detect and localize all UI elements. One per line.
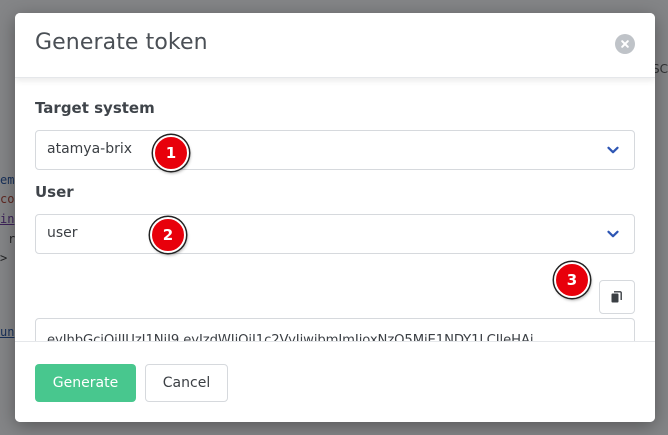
user-select[interactable]: user xyxy=(35,214,635,254)
chevron-down-icon xyxy=(607,146,619,154)
close-icon[interactable] xyxy=(615,34,635,54)
generate-token-dialog: Generate token Target system atamya-brix… xyxy=(15,13,655,422)
annotation-marker-3: 3 xyxy=(554,262,590,298)
target-system-select[interactable]: atamya-brix xyxy=(35,130,635,170)
copy-token-button[interactable] xyxy=(599,280,635,314)
token-output[interactable]: eyJhbGciOiJIUzI1NiJ9.eyJzdWIiOiJ1c2VyIiw… xyxy=(35,318,635,341)
cancel-button[interactable]: Cancel xyxy=(145,364,228,402)
target-system-value: atamya-brix xyxy=(47,141,133,157)
dialog-header: Generate token xyxy=(15,13,655,78)
user-label: User xyxy=(35,183,74,201)
generate-button[interactable]: Generate xyxy=(35,364,136,402)
annotation-marker-1: 1 xyxy=(153,135,189,171)
dialog-footer: Generate Cancel xyxy=(15,341,655,422)
annotation-marker-2: 2 xyxy=(150,217,186,253)
token-text: eyJhbGciOiJIUzI1NiJ9.eyJzdWIiOiJ1c2VyIiw… xyxy=(47,333,534,341)
dialog-body: Target system atamya-brix User user eyJh… xyxy=(15,77,655,341)
target-system-label: Target system xyxy=(35,99,155,117)
copy-icon xyxy=(611,291,622,303)
user-value: user xyxy=(47,225,78,241)
chevron-down-icon xyxy=(607,230,619,238)
dialog-title: Generate token xyxy=(35,30,208,55)
